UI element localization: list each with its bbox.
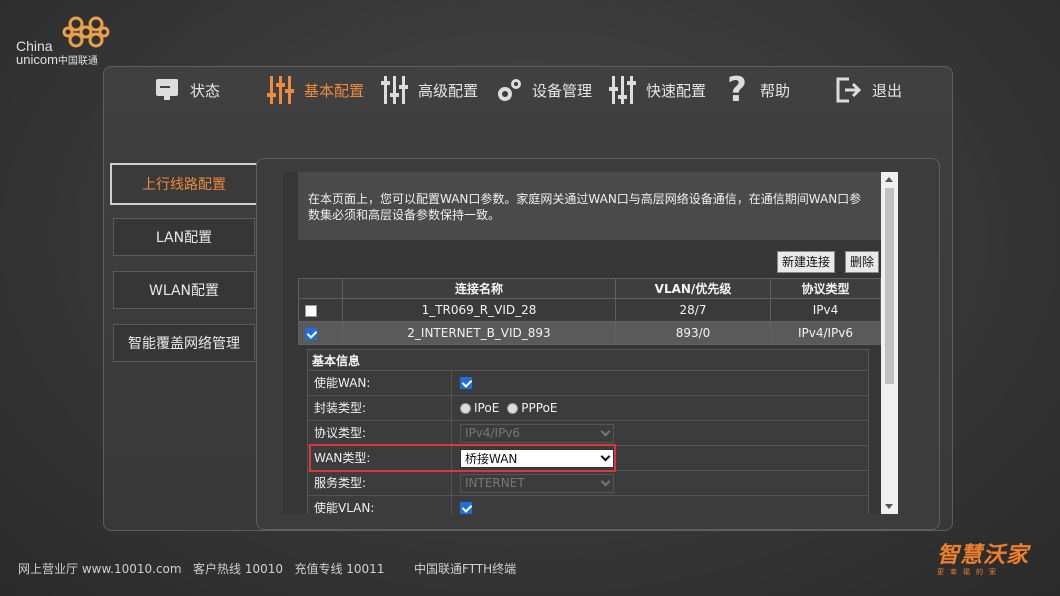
sliders-advanced-icon <box>380 75 410 105</box>
exit-icon <box>834 75 864 105</box>
ipoe-radio[interactable] <box>460 402 471 414</box>
protocol-type-select[interactable]: IPv4/IPv6 <box>460 423 614 443</box>
menu-lan-config[interactable]: LAN配置 <box>113 218 255 256</box>
protocol-type-label: 协议类型: <box>308 421 452 445</box>
nav-exit-label: 退出 <box>872 82 903 100</box>
row-checkbox[interactable] <box>305 327 317 340</box>
question-icon: ? <box>727 70 747 110</box>
protocol-type-cell: IPv4/IPv6 <box>770 321 881 345</box>
gears-icon <box>494 75 524 105</box>
basic-info-section: 基本信息 使能WAN: 封装类型: IPoE PPPoE 协议类型: IPv4/… <box>307 349 869 514</box>
connection-name-cell: 1_TR069_R_VID_28 <box>342 298 616 322</box>
logo-en-line2: unicom <box>16 52 58 67</box>
nav-basic-config[interactable]: 基本配置 <box>266 73 364 107</box>
nav-quick-config-label: 快速配置 <box>646 82 707 100</box>
nav-basic-config-label: 基本配置 <box>304 82 365 100</box>
header-select <box>298 278 343 299</box>
china-unicom-logo: China unicom中国联通 <box>16 12 116 68</box>
chevron-down-icon <box>600 426 611 436</box>
basic-info-title: 基本信息 <box>307 349 869 371</box>
ipoe-label: IPoE <box>474 401 500 415</box>
encap-type-row: 封装类型: IPoE PPPoE <box>307 396 869 421</box>
header-connection-name: 连接名称 <box>342 278 616 299</box>
menu-uplink-config[interactable]: 上行线路配置 <box>110 163 258 205</box>
encap-type-label: 封装类型: <box>308 396 452 420</box>
table-row[interactable]: 2_INTERNET_B_VID_893 893/0 IPv4/IPv6 <box>298 321 881 345</box>
nav-advanced-config[interactable]: 高级配置 <box>380 73 478 107</box>
logo-cn: 中国联通 <box>57 56 98 67</box>
scroll-up-arrow-icon[interactable] <box>885 177 893 182</box>
chevron-down-icon <box>600 451 611 461</box>
enable-wan-row: 使能WAN: <box>307 371 869 396</box>
nav-quick-config[interactable]: 快速配置 <box>608 73 706 107</box>
wan-type-row: WAN类型: 桥接WAN <box>307 446 869 471</box>
enable-wan-checkbox[interactable] <box>460 377 472 389</box>
connection-name-cell: 2_INTERNET_B_VID_893 <box>342 321 616 345</box>
monitor-icon <box>152 75 182 105</box>
nav-advanced-config-label: 高级配置 <box>418 82 479 100</box>
pppoe-label: PPPoE <box>521 401 558 415</box>
sliders-icon <box>266 75 296 105</box>
enable-vlan-label: 使能VLAN: <box>308 496 452 514</box>
new-connection-button[interactable]: 新建连接 <box>777 251 836 273</box>
service-type-label: 服务类型: <box>308 471 452 495</box>
enable-wan-label: 使能WAN: <box>308 371 452 395</box>
scrollbar-thumb[interactable] <box>885 188 894 384</box>
menu-smart-coverage[interactable]: 智能覆盖网络管理 <box>113 324 255 362</box>
table-row[interactable]: 1_TR069_R_VID_28 28/7 IPv4 <box>298 298 881 322</box>
content-scrollbar[interactable] <box>881 172 898 514</box>
wan-type-select[interactable]: 桥接WAN <box>460 448 614 468</box>
top-nav: 状态 基本配置 高级配置 设备管理 快速配置 ? 帮助 退出 <box>104 67 952 113</box>
protocol-type-cell: IPv4 <box>770 298 881 322</box>
page-description: 在本页面上，您可以配置WAN口参数。家庭网关通过WAN口与高层网络设备通信，在通… <box>298 172 881 240</box>
footer-contact: 网上营业厅 www.10010.com 客户热线 10010 充值专线 1001… <box>18 562 385 576</box>
enable-vlan-checkbox[interactable] <box>460 502 472 514</box>
nav-status[interactable]: 状态 <box>152 73 220 107</box>
vlan-priority-cell: 893/0 <box>615 321 771 345</box>
delete-button[interactable]: 删除 <box>845 251 880 273</box>
chevron-down-icon <box>600 476 611 486</box>
brand-logo: 智慧沃家 更幸福的家 <box>937 537 1033 579</box>
row-select-cell <box>298 298 343 322</box>
service-type-value: INTERNET <box>465 476 525 490</box>
logo-wordmark: China unicom中国联通 <box>16 39 98 68</box>
service-type-row: 服务类型: INTERNET <box>307 471 869 496</box>
enable-vlan-row: 使能VLAN: <box>307 496 869 514</box>
wan-connection-table: 连接名称 VLAN/优先级 协议类型 1_TR069_R_VID_28 28/7… <box>298 278 881 345</box>
row-checkbox[interactable] <box>305 304 317 317</box>
table-header-row: 连接名称 VLAN/优先级 协议类型 <box>298 278 881 299</box>
pppoe-radio[interactable] <box>507 402 519 414</box>
nav-device-management-label: 设备管理 <box>532 82 593 100</box>
scroll-down-arrow-icon[interactable] <box>885 504 893 509</box>
nav-help[interactable]: ? 帮助 <box>722 70 791 110</box>
wan-type-value: 桥接WAN <box>465 451 518 466</box>
header-vlan-priority: VLAN/优先级 <box>615 278 771 299</box>
nav-status-label: 状态 <box>190 82 221 100</box>
header-protocol-type: 协议类型 <box>770 278 881 299</box>
wan-type-label: WAN类型: <box>308 446 452 470</box>
quick-sliders-icon <box>608 75 638 105</box>
menu-wlan-config[interactable]: WLAN配置 <box>113 271 255 309</box>
brand-name: 智慧沃家 <box>937 543 1030 568</box>
protocol-type-value: IPv4/IPv6 <box>465 426 521 440</box>
content-scroll-area: 在本页面上，您可以配置WAN口参数。家庭网关通过WAN口与高层网络设备通信，在通… <box>283 172 898 514</box>
nav-exit[interactable]: 退出 <box>834 73 902 107</box>
row-select-cell <box>298 321 343 345</box>
service-type-select[interactable]: INTERNET <box>460 473 614 493</box>
nav-device-management[interactable]: 设备管理 <box>494 73 592 107</box>
footer-product: 中国联通FTTH终端 <box>414 562 517 576</box>
vlan-priority-cell: 28/7 <box>615 298 771 322</box>
nav-help-label: 帮助 <box>760 82 791 100</box>
protocol-type-row: 协议类型: IPv4/IPv6 <box>307 421 869 446</box>
